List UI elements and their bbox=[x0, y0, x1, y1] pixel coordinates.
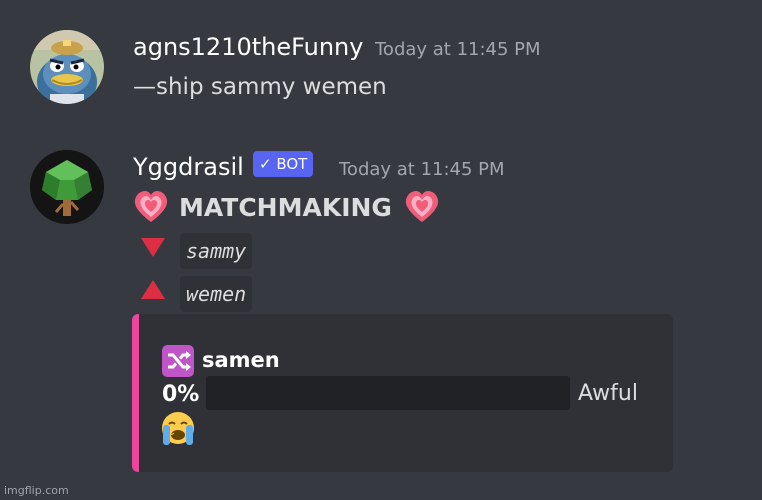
shuffle-icon bbox=[162, 345, 194, 377]
match-progress-bar bbox=[206, 376, 570, 410]
match-embed: samen 0% Awful bbox=[132, 314, 673, 472]
penguin-avatar-icon bbox=[30, 30, 104, 104]
timestamp: Today at 11:45 PM bbox=[339, 159, 505, 180]
message-text: —ship sammy wemen bbox=[133, 74, 387, 100]
embed-author: samen bbox=[202, 348, 280, 372]
bot-badge: ✓ BOT bbox=[253, 151, 314, 177]
user-avatar[interactable] bbox=[30, 30, 104, 104]
loudly-crying-face-icon bbox=[162, 412, 194, 445]
heart-icon bbox=[134, 191, 168, 222]
timestamp: Today at 11:45 PM bbox=[375, 39, 541, 60]
tree-avatar-icon bbox=[30, 150, 104, 224]
name-code-wemen: wemen bbox=[180, 276, 253, 312]
bot-username[interactable]: Yggdrasil bbox=[133, 153, 244, 181]
triangle-down-icon bbox=[141, 238, 165, 257]
embed-accent-bar bbox=[132, 314, 139, 472]
name-code-sammy: sammy bbox=[180, 233, 253, 269]
heart-icon bbox=[405, 191, 439, 222]
username[interactable]: agns1210theFunny bbox=[133, 33, 363, 61]
bot-avatar[interactable] bbox=[30, 150, 104, 224]
watermark: imgflip.com bbox=[4, 484, 69, 497]
match-percent: 0% bbox=[162, 382, 200, 407]
matchmaking-title: MATCHMAKING bbox=[179, 193, 392, 222]
triangle-up-icon bbox=[141, 280, 165, 299]
match-rating: Awful bbox=[578, 381, 638, 406]
